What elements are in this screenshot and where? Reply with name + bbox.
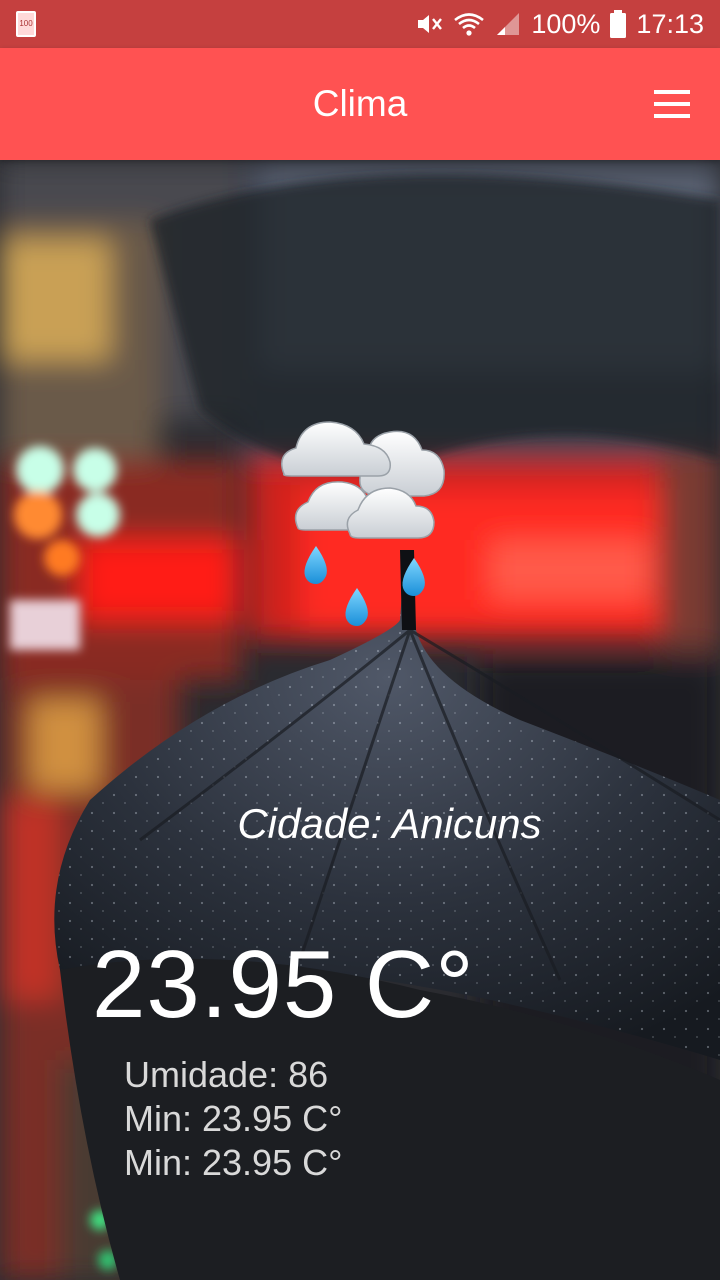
signal-icon [497,13,520,35]
min-temperature-label-repeat: Min: 23.95 C° [124,1142,343,1183]
battery-saver-icon: 100 [16,11,36,37]
status-icons: 100% 17:13 [415,0,704,48]
battery-percent: 100% [531,8,601,39]
humidity-label: Umidade: 86 [124,1054,329,1095]
weather-content: Cidade: Anicuns 23.95 C° Umidade: 86 Min… [0,160,720,1280]
weather-details: Umidade: 86 Min: 23.95 C° Min: 23.95 C° [124,1053,343,1185]
app-title: Clima [312,83,408,124]
app-bar: Clima [0,48,720,160]
mute-icon [418,15,443,33]
clock: 17:13 [636,8,704,39]
city-label: Cidade: Anicuns [237,800,542,847]
status-bar: 100 100% 17:13 [0,0,720,48]
background-photo [0,160,720,1280]
hamburger-menu-icon[interactable] [654,90,690,118]
battery-icon [610,10,627,38]
min-temperature-label: Min: 23.95 C° [124,1098,343,1139]
rain-cloud-icon [281,421,445,626]
wifi-icon [454,13,485,36]
temperature-value: 23.95 C° [92,931,475,1038]
